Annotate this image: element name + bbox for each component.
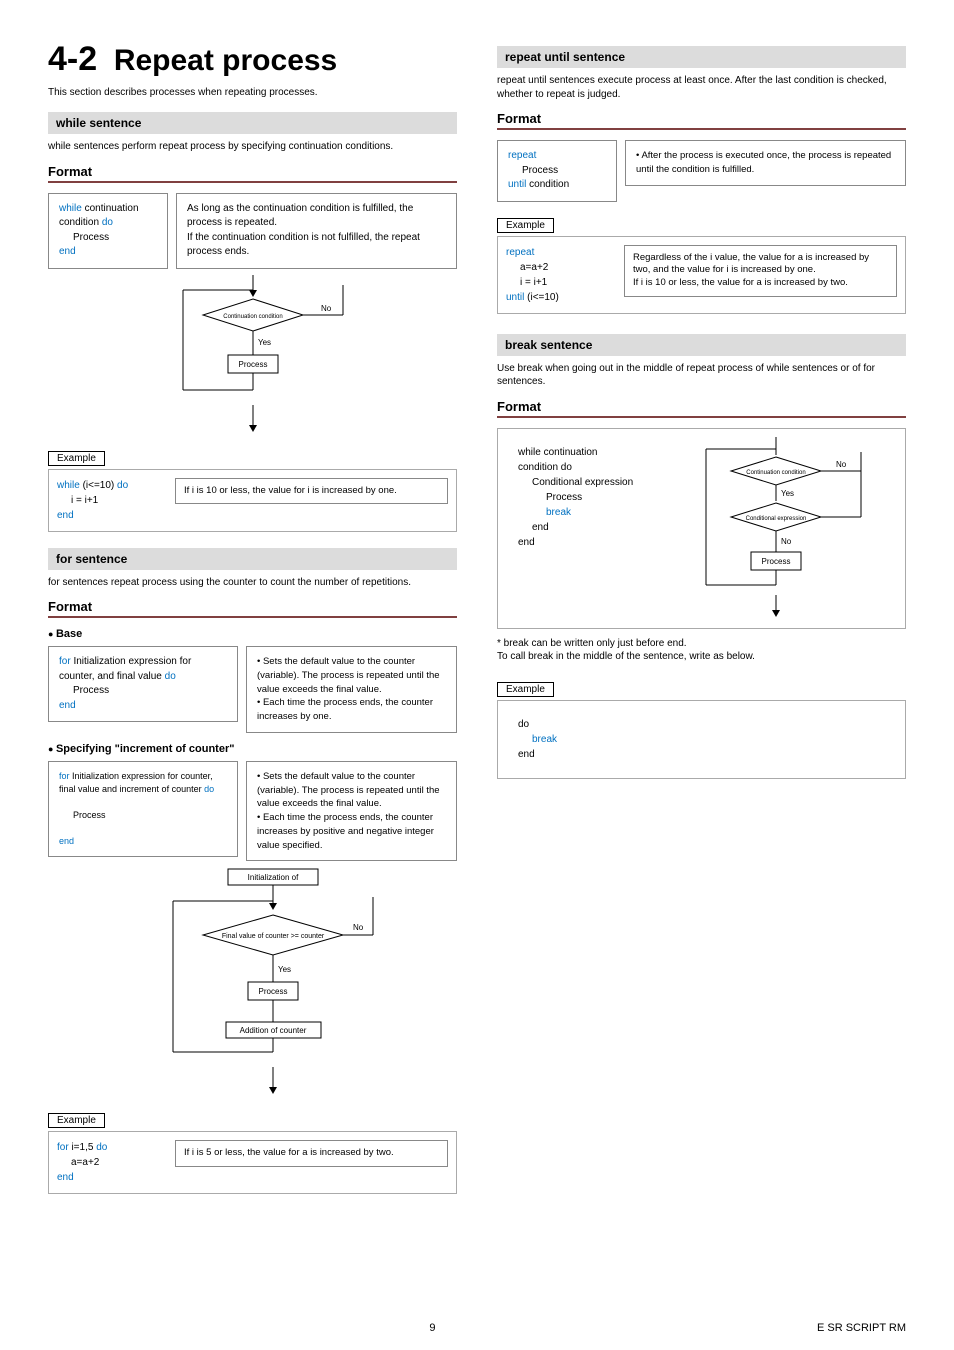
- for-base-desc: • Sets the default value to the counter …: [246, 646, 457, 733]
- svg-text:Yes: Yes: [258, 338, 271, 347]
- break-flowchart: Continuation condition No Yes Conditiona…: [666, 437, 897, 620]
- for-base-label: Base: [48, 628, 457, 640]
- break-format-label: Format: [497, 399, 906, 418]
- repeat-format-label: Format: [497, 111, 906, 130]
- repeat-code: repeat Process until condition: [497, 140, 617, 202]
- section-heading: 4-2 Repeat process: [48, 40, 457, 79]
- svg-text:Initialization of: Initialization of: [247, 873, 298, 882]
- for-inc-code: for Initialization expression for counte…: [48, 761, 238, 857]
- svg-text:Final value of counter >= coun: Final value of counter >= counter: [221, 933, 324, 940]
- break-format-box: while continuation condition do Conditio…: [497, 428, 906, 629]
- while-format-label: Format: [48, 164, 457, 183]
- page-footer: 9 E SR SCRIPT RM: [48, 1322, 906, 1334]
- for-inc-desc: • Sets the default value to the counter …: [246, 761, 457, 862]
- while-example-label: Example: [48, 451, 105, 466]
- svg-text:Process: Process: [238, 360, 267, 369]
- for-header: for sentence: [48, 548, 457, 570]
- doc-id: E SR SCRIPT RM: [817, 1322, 906, 1334]
- while-example: while (i<=10) do i = i+1 end If i is 10 …: [48, 469, 457, 532]
- break-header: break sentence: [497, 334, 906, 356]
- svg-text:Process: Process: [258, 987, 287, 996]
- repeat-header: repeat until sentence: [497, 46, 906, 68]
- svg-text:Continuation condition: Continuation condition: [746, 470, 805, 476]
- break-desc: Use break when going out in the middle o…: [497, 362, 906, 389]
- for-format-label: Format: [48, 599, 457, 618]
- repeat-example-label: Example: [497, 218, 554, 233]
- for-base-code: for Initialization expression for counte…: [48, 646, 238, 722]
- for-inc-label: Specifying "increment of counter": [48, 743, 457, 755]
- while-flowchart: Continuation condition No Yes Process: [48, 275, 457, 435]
- svg-text:Addition of counter: Addition of counter: [239, 1026, 306, 1035]
- svg-text:Yes: Yes: [781, 489, 794, 498]
- repeat-example: repeat a=a+2 i = i+1 until (i<=10) Regar…: [497, 236, 906, 314]
- svg-text:Conditional expression: Conditional expression: [746, 516, 807, 522]
- repeat-desc-box: • After the process is executed once, th…: [625, 140, 906, 186]
- repeat-desc: repeat until sentences execute process a…: [497, 74, 906, 101]
- while-desc: while sentences perform repeat process b…: [48, 140, 457, 154]
- while-header: while sentence: [48, 112, 457, 134]
- while-desc-box: As long as the continuation condition is…: [176, 193, 457, 269]
- svg-text:No: No: [836, 460, 847, 469]
- break-example: do break end: [497, 700, 906, 779]
- svg-text:Continuation condition: Continuation condition: [223, 314, 282, 320]
- section-number: 4-2: [48, 40, 97, 78]
- while-code: while continuation condition do Process …: [48, 193, 168, 269]
- svg-text:No: No: [321, 304, 332, 313]
- break-example-label: Example: [497, 682, 554, 697]
- for-example: for i=1,5 do a=a+2 end If i is 5 or less…: [48, 1131, 457, 1194]
- svg-text:No: No: [353, 923, 364, 932]
- page-number: 9: [429, 1322, 435, 1334]
- svg-text:No: No: [781, 537, 792, 546]
- section-title-text: Repeat process: [114, 44, 337, 77]
- section-intro: This section describes processes when re…: [48, 87, 457, 98]
- svg-text:Process: Process: [762, 557, 791, 566]
- break-footnote: * break can be written only just before …: [497, 637, 906, 664]
- svg-text:Yes: Yes: [278, 965, 291, 974]
- for-example-label: Example: [48, 1113, 105, 1128]
- for-desc: for sentences repeat process using the c…: [48, 576, 457, 590]
- for-flowchart: Initialization of Final value of counter…: [48, 867, 457, 1097]
